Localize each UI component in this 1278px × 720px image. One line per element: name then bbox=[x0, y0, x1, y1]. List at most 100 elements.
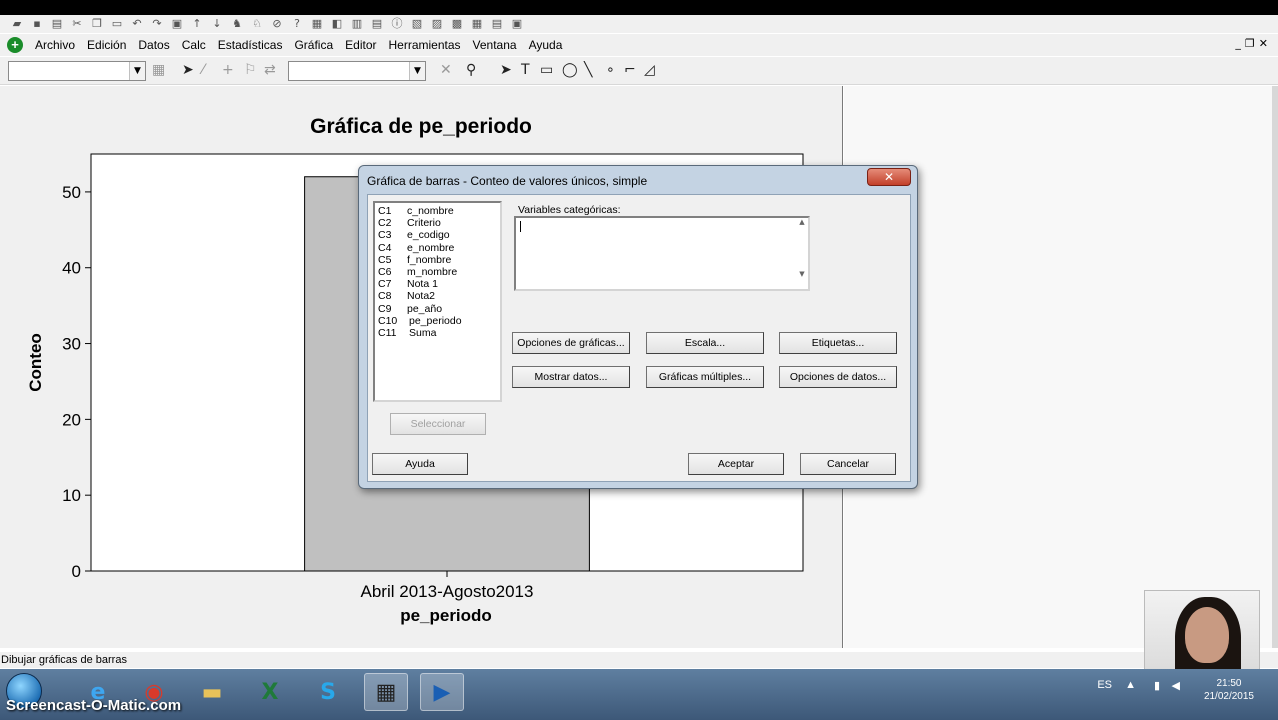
list-item[interactable]: C2 Criterio bbox=[378, 217, 497, 229]
ok-button[interactable]: Aceptar bbox=[688, 453, 784, 475]
brush-icon[interactable]: ⁄ bbox=[202, 62, 204, 78]
variables-list[interactable]: C1 c_nombre C2 Criterio C3 e_codigo C4 e_nom… bbox=[373, 201, 502, 402]
flag-icon[interactable]: ⚐ bbox=[244, 62, 257, 78]
scrollbar[interactable]: ▲ ▼ bbox=[796, 218, 808, 289]
chevron-down-icon[interactable]: ▼ bbox=[129, 62, 145, 80]
close-icon[interactable]: ✕ bbox=[1259, 37, 1268, 50]
menu-edicion[interactable]: Edición bbox=[81, 38, 132, 52]
line-tool-icon[interactable]: ╲ bbox=[584, 62, 592, 78]
list-item[interactable]: C4 e_nombre bbox=[378, 242, 497, 254]
excel-icon[interactable]: X bbox=[248, 673, 292, 711]
scroll-down-icon[interactable]: ▼ bbox=[796, 270, 808, 278]
project-icon[interactable]: ◧ bbox=[330, 18, 344, 30]
save-icon[interactable]: ▪ bbox=[30, 18, 44, 30]
minitab-taskbar-icon[interactable]: ▶ bbox=[420, 673, 464, 711]
pointer-icon[interactable]: ➤ bbox=[500, 62, 512, 78]
sort-up-icon[interactable]: ↑ bbox=[190, 18, 204, 30]
ellipse-tool-icon[interactable]: ◯ bbox=[562, 62, 578, 78]
data-options-button[interactable]: Opciones de datos... bbox=[779, 366, 897, 388]
swap-icon[interactable]: ⇄ bbox=[264, 62, 276, 78]
info-icon[interactable]: ⓘ bbox=[390, 18, 404, 30]
session-icon[interactable]: ▦ bbox=[310, 18, 324, 30]
open-icon[interactable]: ▰ bbox=[10, 18, 24, 30]
categorical-variables-input[interactable]: ▲ ▼ bbox=[514, 216, 810, 291]
network-icon[interactable]: ▮ bbox=[1154, 679, 1160, 692]
graph-icon[interactable]: ▤ bbox=[370, 18, 384, 30]
file-explorer-icon[interactable]: ▬ bbox=[190, 673, 234, 711]
minitab-app-icon[interactable]: + bbox=[7, 37, 23, 53]
paste-icon[interactable]: ▭ bbox=[110, 18, 124, 30]
list-item[interactable]: C5 f_nombre bbox=[378, 254, 497, 266]
multiple-graphs-button[interactable]: Gráficas múltiples... bbox=[646, 366, 764, 388]
menu-editor[interactable]: Editor bbox=[339, 38, 382, 52]
cut-icon[interactable]: ✂ bbox=[70, 18, 84, 30]
skype-icon[interactable]: S bbox=[306, 673, 350, 711]
menu-datos[interactable]: Datos bbox=[132, 38, 175, 52]
report-icon[interactable]: ▨ bbox=[430, 18, 444, 30]
tray-clock[interactable]: 21:50 21/02/2015 bbox=[1204, 677, 1254, 703]
show-data-button[interactable]: Mostrar datos... bbox=[512, 366, 630, 388]
properties-icon[interactable]: ▦ bbox=[152, 62, 165, 78]
polyline-tool-icon[interactable]: ⌐ bbox=[624, 62, 636, 78]
select-arrow-icon[interactable]: ➤ bbox=[182, 62, 194, 78]
list-item[interactable]: C3 e_codigo bbox=[378, 229, 497, 241]
find-icon[interactable]: ♞ bbox=[230, 18, 244, 30]
dialog-close-button[interactable]: ✕ bbox=[867, 168, 911, 186]
text-tool-icon[interactable]: T bbox=[521, 62, 530, 78]
list-item[interactable]: C6 m_nombre bbox=[378, 266, 497, 278]
delete-icon[interactable]: ✕ bbox=[440, 62, 452, 78]
print-icon[interactable]: ▤ bbox=[50, 18, 64, 30]
screen-recorder-icon[interactable]: ▦ bbox=[364, 673, 408, 711]
tray-expand-icon[interactable]: ▲ bbox=[1125, 679, 1136, 691]
cancel-button[interactable]: Cancelar bbox=[800, 453, 896, 475]
menu-estadisticas[interactable]: Estadísticas bbox=[212, 38, 289, 52]
font-combo[interactable]: ▼ bbox=[288, 61, 426, 81]
list-item[interactable]: C9 pe_año bbox=[378, 303, 497, 315]
rectangle-tool-icon[interactable]: ▭ bbox=[540, 62, 553, 78]
menu-calc[interactable]: Calc bbox=[176, 38, 212, 52]
column-name: e_codigo bbox=[407, 229, 450, 242]
language-indicator[interactable]: ES bbox=[1097, 679, 1112, 691]
scale-button[interactable]: Escala... bbox=[646, 332, 764, 354]
zoom-icon[interactable]: ⚲ bbox=[466, 62, 476, 78]
layout-icon[interactable]: ▩ bbox=[450, 18, 464, 30]
select-button[interactable]: Seleccionar bbox=[390, 413, 486, 435]
polygon-tool-icon[interactable]: ◿ bbox=[644, 62, 655, 78]
menu-herramientas[interactable]: Herramientas bbox=[383, 38, 467, 52]
replace-icon[interactable]: ♘ bbox=[250, 18, 264, 30]
worksheet-icon[interactable]: ▥ bbox=[350, 18, 364, 30]
edit-icon[interactable]: ▣ bbox=[170, 18, 184, 30]
chevron-down-icon[interactable]: ▼ bbox=[409, 62, 425, 80]
scroll-up-icon[interactable]: ▲ bbox=[796, 218, 808, 226]
item-selector-combo[interactable]: ▼ bbox=[8, 61, 146, 81]
menu-grafica[interactable]: Gráfica bbox=[288, 38, 339, 52]
history-icon[interactable]: ▧ bbox=[410, 18, 424, 30]
dot-tool-icon[interactable]: ∘ bbox=[606, 62, 615, 78]
menu-ayuda[interactable]: Ayuda bbox=[523, 38, 569, 52]
list-item[interactable]: C1 c_nombre bbox=[378, 205, 497, 217]
help-icon[interactable]: ? bbox=[290, 18, 304, 30]
list-item[interactable]: C11 Suma bbox=[378, 327, 497, 339]
list-item[interactable]: C8 Nota2 bbox=[378, 290, 497, 302]
labels-button[interactable]: Etiquetas... bbox=[779, 332, 897, 354]
copy-icon[interactable]: ❐ bbox=[90, 18, 104, 30]
minimize-icon[interactable]: _ bbox=[1235, 37, 1241, 50]
text-caret bbox=[520, 221, 521, 232]
table-icon[interactable]: ▤ bbox=[490, 18, 504, 30]
menu-archivo[interactable]: Archivo bbox=[29, 38, 81, 52]
graph-options-button[interactable]: Opciones de gráficas... bbox=[512, 332, 630, 354]
column-id: C8 bbox=[378, 290, 392, 303]
undo-icon[interactable]: ↶ bbox=[130, 18, 144, 30]
sort-down-icon[interactable]: ↓ bbox=[210, 18, 224, 30]
list-item[interactable]: C10 pe_periodo bbox=[378, 315, 497, 327]
volume-icon[interactable]: ◀ bbox=[1172, 679, 1180, 692]
crosshair-icon[interactable]: + bbox=[222, 62, 234, 78]
redo-icon[interactable]: ↷ bbox=[150, 18, 164, 30]
help-button[interactable]: Ayuda bbox=[372, 453, 468, 475]
menu-ventana[interactable]: Ventana bbox=[467, 38, 523, 52]
close-all-icon[interactable]: ▣ bbox=[510, 18, 524, 30]
restore-icon[interactable]: ❐ bbox=[1245, 37, 1255, 50]
cancel-icon[interactable]: ⊘ bbox=[270, 18, 284, 30]
list-item[interactable]: C7 Nota 1 bbox=[378, 278, 497, 290]
brush-icon[interactable]: ▦ bbox=[470, 18, 484, 30]
